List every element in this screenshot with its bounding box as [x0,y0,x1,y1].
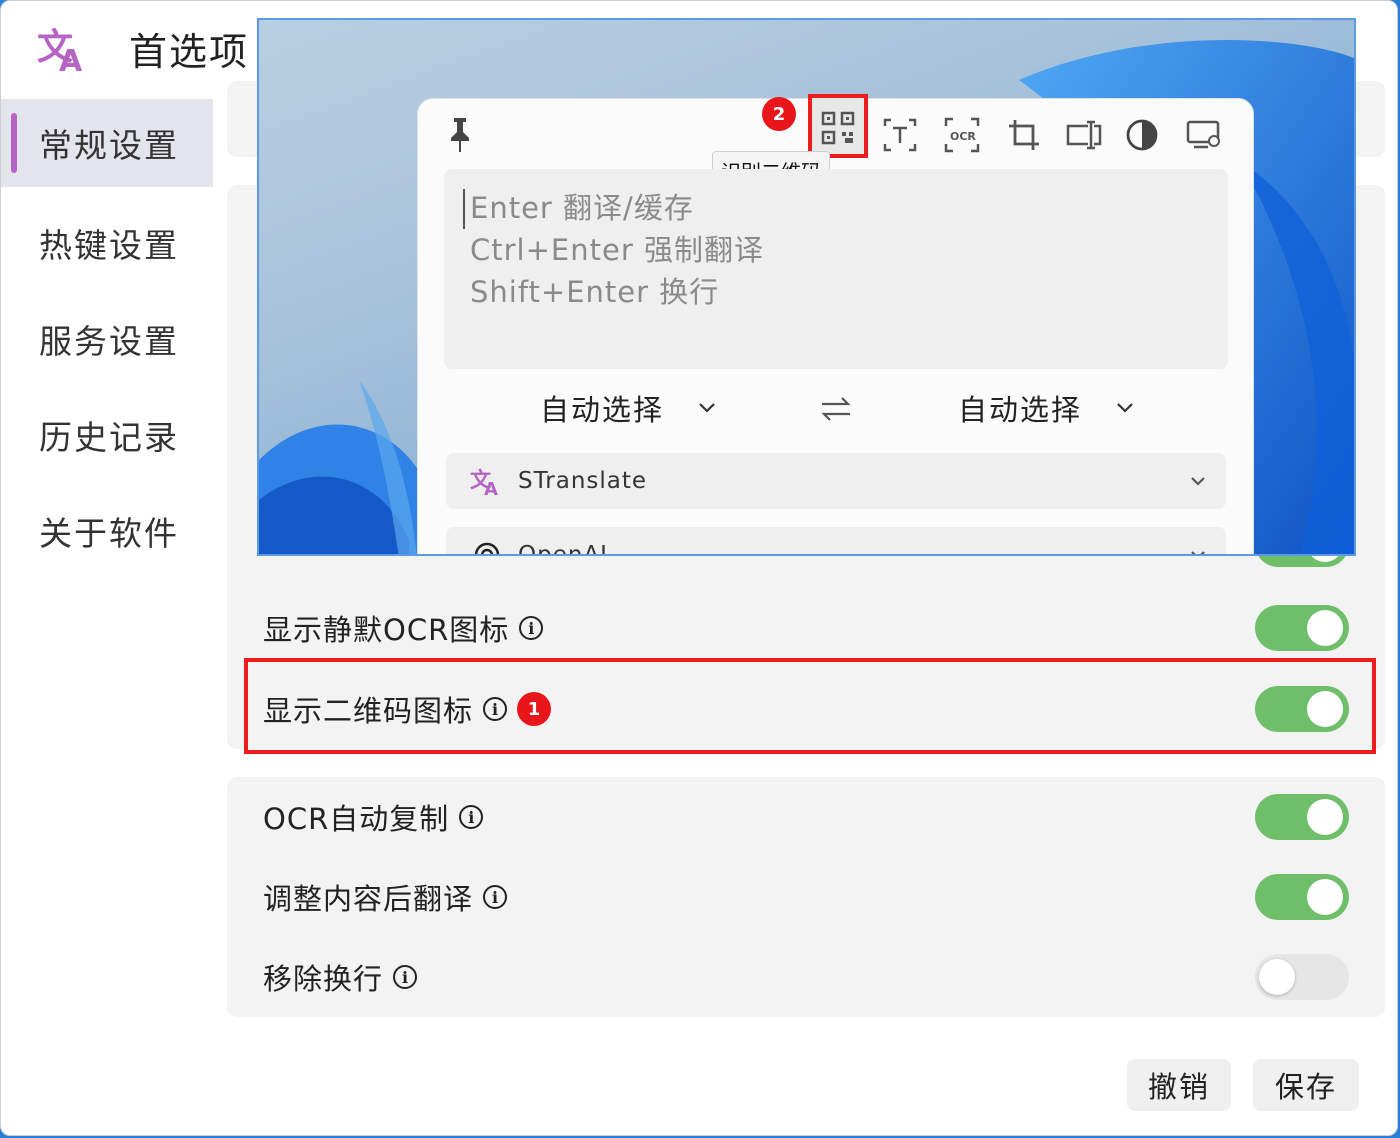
info-icon[interactable]: i [483,885,508,909]
service-name: OpenAI [518,542,608,556]
sidebar-item-about[interactable]: 关于软件 [1,483,213,579]
pin-icon[interactable] [438,113,482,157]
info-icon[interactable]: i [519,616,544,640]
setting-row-translate-after-adjust: 调整内容后翻译 i [263,867,1353,927]
stranslate-icon: 文 A [470,468,498,497]
sidebar-item-services[interactable]: 服务设置 [1,291,213,387]
sidebar-item-hotkeys[interactable]: 热键设置 [1,195,213,291]
setting-label: 调整内容后翻译 [263,882,474,916]
text-select-icon[interactable] [878,113,922,157]
chevron-down-icon [1191,551,1205,554]
service-row-stranslate[interactable]: 文 A STranslate [446,453,1226,509]
qr-code-icon [821,111,855,145]
step-badge-2: 2 [762,97,796,131]
translator-popup: 2 识别二维码 OCR [417,94,1254,556]
save-button[interactable]: 保存 [1253,1059,1359,1111]
screen-settings-icon[interactable] [1182,113,1226,157]
info-icon[interactable]: i [459,805,484,829]
crop-icon[interactable] [1002,113,1046,157]
setting-label: OCR自动复制 [263,802,450,836]
translator-screenshot-overlay: 2 识别二维码 OCR [257,18,1356,556]
preferences-window: 文 A 首选项 常规设置 热键设置 服务设置 历史记录 关于软件 显示静默OCR… [0,0,1398,1136]
svg-text:A: A [59,44,83,75]
service-name: STranslate [518,468,648,494]
highlight-box-qrcode-setting [244,658,1376,754]
info-icon[interactable]: i [393,965,418,989]
sidebar-item-history[interactable]: 历史记录 [1,387,213,483]
svg-text:OCR: OCR [950,130,976,143]
input-box-icon[interactable] [1062,113,1106,157]
setting-label: 显示静默OCR图标 [263,613,510,647]
app-logo-icon: 文 A [37,27,83,75]
setting-label: 移除换行 [263,962,384,996]
ocr-auto-copy-toggle[interactable] [1255,794,1349,840]
ocr-icon[interactable]: OCR [940,113,984,157]
source-language-select[interactable]: 自动选择 [540,387,716,429]
text-caret [463,189,465,229]
sidebar: 常规设置 热键设置 服务设置 历史记录 关于软件 [1,99,213,579]
target-language-select[interactable]: 自动选择 [958,387,1134,429]
setting-row-silent-ocr-icon: 显示静默OCR图标 i [263,598,1353,658]
placeholder-line: Enter 翻译/缓存 [470,191,694,225]
window-title: 首选项 [129,30,250,74]
placeholder-line: Shift+Enter 换行 [470,275,720,309]
chevron-down-icon [699,403,715,413]
remove-linebreaks-toggle[interactable] [1255,954,1349,1000]
openai-icon [474,542,500,554]
source-language-value: 自动选择 [540,393,665,427]
contrast-icon[interactable] [1120,113,1164,157]
chevron-down-icon [1191,477,1205,486]
translate-after-adjust-toggle[interactable] [1255,874,1349,920]
setting-row-ocr-auto-copy: OCR自动复制 i [263,787,1353,847]
silent-ocr-icon-toggle[interactable] [1255,605,1349,651]
chevron-down-icon [1117,403,1133,413]
setting-row-remove-linebreaks: 移除换行 i [263,947,1353,1007]
target-language-value: 自动选择 [958,393,1083,427]
sidebar-item-general[interactable]: 常规设置 [1,99,213,187]
service-row-openai[interactable]: OpenAI [446,527,1226,556]
qr-code-button-highlight[interactable] [808,94,868,158]
svg-text:A: A [484,479,498,497]
source-text-input[interactable]: Enter 翻译/缓存 Ctrl+Enter 强制翻译 Shift+Enter … [444,169,1228,369]
swap-languages-icon[interactable] [814,387,858,431]
cancel-button[interactable]: 撤销 [1127,1059,1231,1111]
placeholder-line: Ctrl+Enter 强制翻译 [470,233,764,267]
